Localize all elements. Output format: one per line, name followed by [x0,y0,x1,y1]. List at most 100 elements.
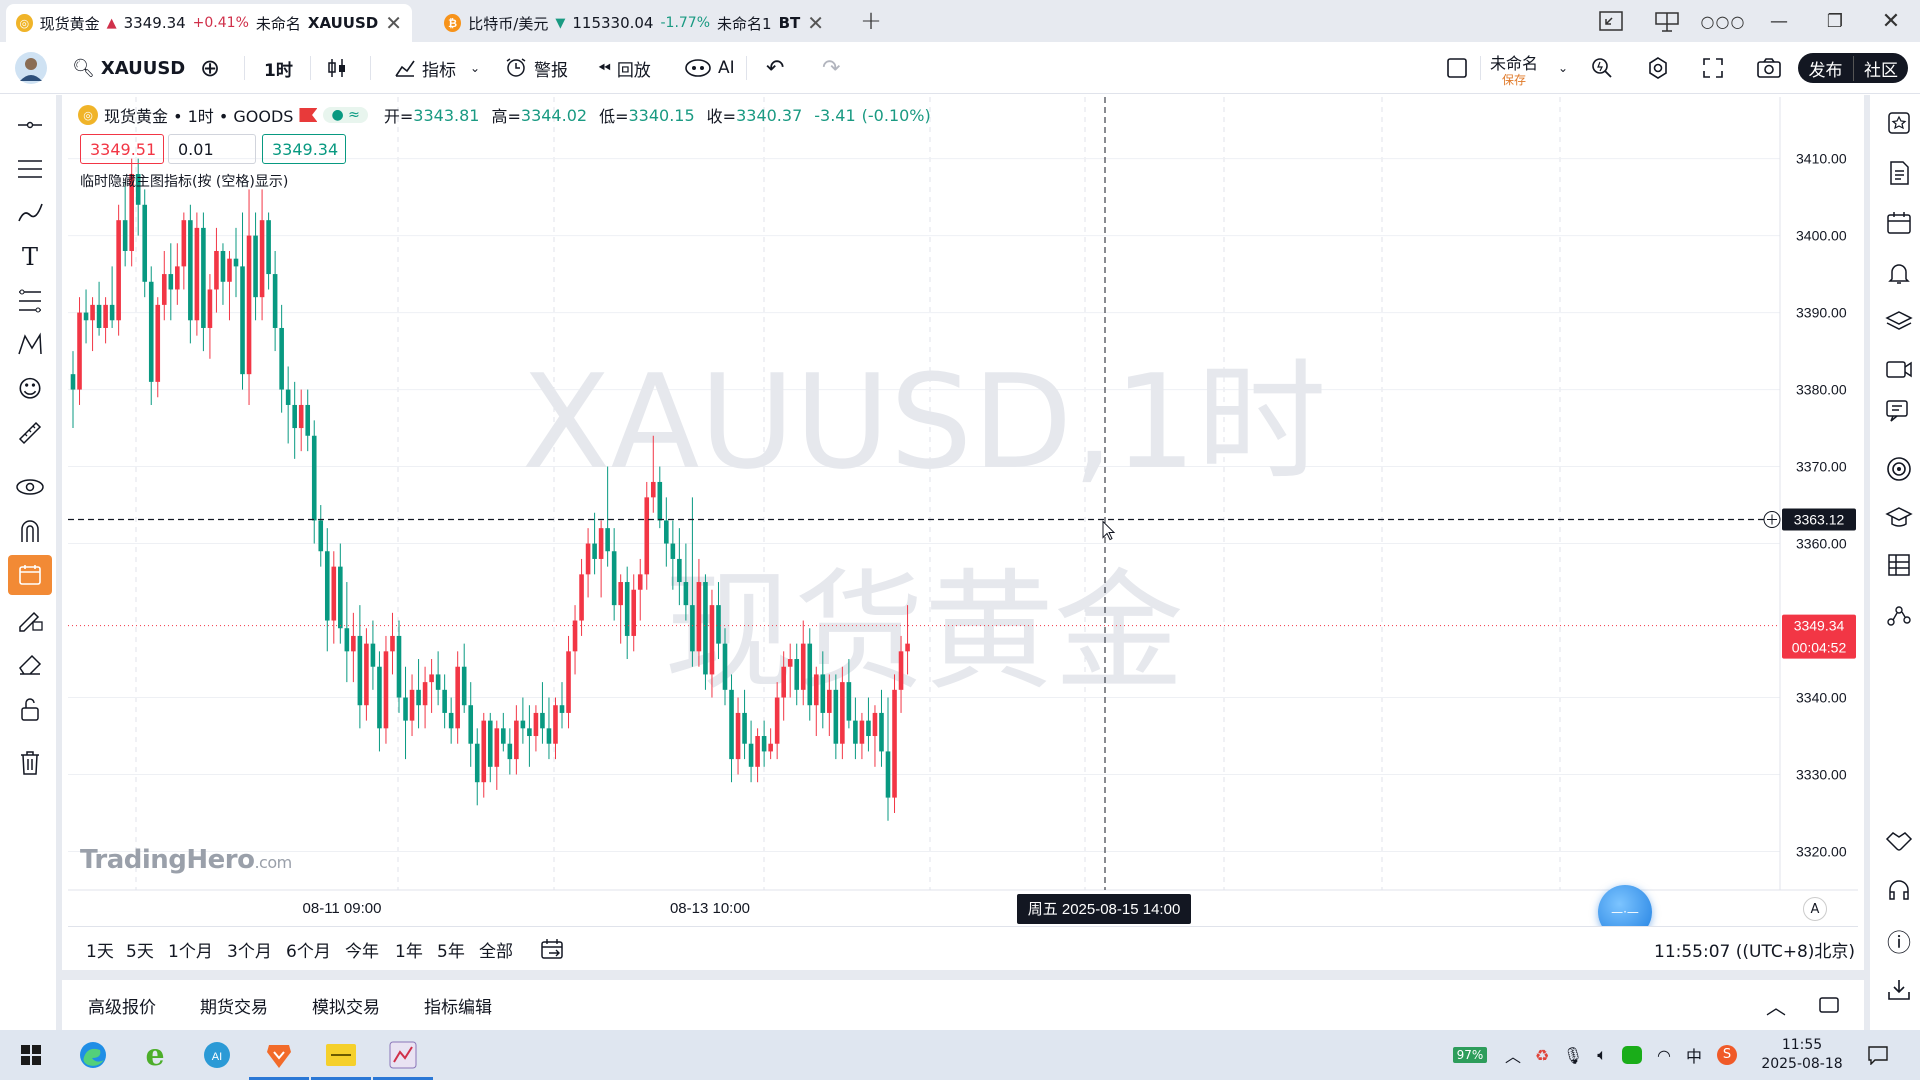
battery-indicator[interactable]: 97% [1440,1035,1500,1075]
range-1d[interactable]: 1天 [86,927,114,971]
range-6m[interactable]: 6个月 [286,927,331,971]
maximize-panel-icon[interactable] [1818,980,1840,1030]
grid-table-icon[interactable] [1879,545,1919,585]
maximize-icon[interactable]: ❐ [1808,0,1862,42]
tab-close-icon[interactable]: ✕ [385,11,402,35]
edge-ai-icon[interactable]: AI [194,1035,240,1075]
goto-date-icon[interactable] [540,927,564,971]
alerts-button[interactable]: 警报 [504,42,568,94]
pattern-icon[interactable] [8,325,52,365]
map-icon[interactable] [1640,0,1694,42]
target-icon[interactable] [1879,449,1919,489]
ie-browser-icon[interactable]: e [132,1035,178,1075]
headset-icon[interactable] [1879,870,1919,910]
fib-icon[interactable] [8,281,52,321]
publish-button[interactable]: 发布 [1798,55,1854,81]
microphone-icon[interactable]: 🎙︎ [1560,1035,1586,1075]
range-1y[interactable]: 1年 [395,927,423,971]
avatar[interactable] [14,42,48,94]
education-icon[interactable] [1879,497,1919,537]
market-status-icon[interactable]: ● ≈ [323,107,368,123]
trend-lines-icon[interactable] [8,149,52,189]
fullscreen-icon[interactable] [1702,42,1724,94]
auto-scale-button[interactable]: A [1803,897,1827,921]
indicators-button[interactable]: 指标 ⌄ [394,42,480,94]
layout-name[interactable]: 未命名 保存 [1490,42,1538,94]
chart-area[interactable]: XAUUSD,1时 现货黄金 3410.00 3400.00 3390.00 3380.0… [68,97,1858,977]
wechat-icon[interactable] [1618,1035,1646,1075]
layers-icon[interactable] [1879,301,1919,341]
calendar-icon[interactable] [1879,203,1919,243]
download-icon[interactable] [1879,970,1919,1010]
interval-button[interactable]: 1时 [264,42,293,94]
handshake-icon[interactable] [1879,820,1919,860]
edge-browser-icon[interactable] [70,1035,116,1075]
network-icon[interactable] [1879,595,1919,635]
trading-app-icon[interactable] [373,1035,433,1080]
community-button[interactable]: 社区 [1854,56,1908,81]
magnet-icon[interactable] [8,511,52,551]
tray-app-icon[interactable]: ♻ [1528,1035,1556,1075]
range-ytd[interactable]: 今年 [345,927,379,971]
symbol-search[interactable]: 🔍︎ XAUUSD [72,42,185,94]
pencil-lock-icon[interactable] [8,599,52,639]
bell-icon[interactable] [1879,253,1919,293]
quick-search-icon[interactable] [1590,42,1614,94]
range-all[interactable]: 全部 [479,927,513,971]
calendar-lock-icon[interactable] [8,555,52,595]
tab-close-icon[interactable]: ✕ [807,11,824,35]
minimize-icon[interactable]: — [1752,0,1806,42]
timezone-clock[interactable]: 11:55:07 ((UTC+8)北京) [1654,927,1855,971]
yellow-app-icon[interactable] [311,1035,371,1080]
tab-xauusd[interactable]: ◎ 现货黄金 ▲ 3349.34 +0.41% 未命名 XAUUSD ✕ [6,4,412,42]
system-clock[interactable]: 11:55 2025-08-18 [1752,1035,1852,1075]
buy-price-button[interactable]: 3349.34 [262,134,346,164]
tab-paper-trading[interactable]: 模拟交易 [312,980,380,1030]
help-icon[interactable]: ⓘ [1879,920,1919,960]
sogou-icon[interactable]: S [1712,1035,1742,1075]
news-icon[interactable] [1879,153,1919,193]
quantity-input[interactable]: 0.01 [168,134,256,164]
trash-icon[interactable] [8,743,52,783]
undo-icon[interactable]: ↶ [766,42,784,94]
crosshair-tool-icon[interactable] [8,105,52,145]
ruler-icon[interactable] [8,413,52,453]
eraser-icon[interactable] [8,643,52,683]
window-close-icon[interactable]: ✕ [1864,0,1918,42]
text-tool-icon[interactable]: T [8,237,52,277]
tab-futures-trading[interactable]: 期货交易 [200,980,268,1030]
ime-indicator[interactable]: 中 [1680,1035,1708,1075]
brush-icon[interactable] [8,193,52,233]
layout-square-icon[interactable] [1446,42,1468,94]
ai-button[interactable]: AI [684,42,735,94]
layout-chevron-icon[interactable]: ⌄ [1558,42,1568,94]
camera-icon[interactable] [1756,42,1782,94]
new-tab-plus-icon[interactable]: + [844,0,898,42]
replay-button[interactable]: ⏪︎ 回放 [598,42,651,94]
settings-icon[interactable] [1646,42,1670,94]
tray-chevron-icon[interactable]: ︿ [1500,1035,1526,1075]
range-1m[interactable]: 1个月 [168,927,213,971]
more-icon[interactable]: ○○○ [1696,0,1750,42]
windows-start-icon[interactable] [8,1035,54,1075]
sell-price-button[interactable]: 3349.51 [80,134,164,164]
notification-icon[interactable] [1858,1035,1898,1075]
unlock-icon[interactable] [8,689,52,729]
restore-layout-icon[interactable] [1584,0,1638,42]
range-3m[interactable]: 3个月 [227,927,272,971]
wifi-icon[interactable]: ◠ [1650,1035,1678,1075]
hidden-indicators-hint[interactable]: 临时隐藏主图指标(按 (空格)显示) [80,171,288,191]
collapse-panel-icon[interactable]: ︿ [1766,980,1786,1030]
watchlist-icon[interactable] [1879,103,1919,143]
candle-type-icon[interactable] [326,42,348,94]
range-5d[interactable]: 5天 [126,927,154,971]
eye-icon[interactable] [8,467,52,507]
volume-icon[interactable]: 🔈︎ [1588,1035,1616,1075]
brave-browser-icon[interactable] [249,1035,309,1080]
tab-advanced-quotes[interactable]: 高级报价 [88,980,156,1030]
tab-indicator-editor[interactable]: 指标编辑 [424,980,492,1030]
emoji-icon[interactable]: ☺ [8,369,52,409]
range-5y[interactable]: 5年 [437,927,465,971]
chat-icon[interactable] [1879,391,1919,431]
video-icon[interactable] [1879,349,1919,389]
